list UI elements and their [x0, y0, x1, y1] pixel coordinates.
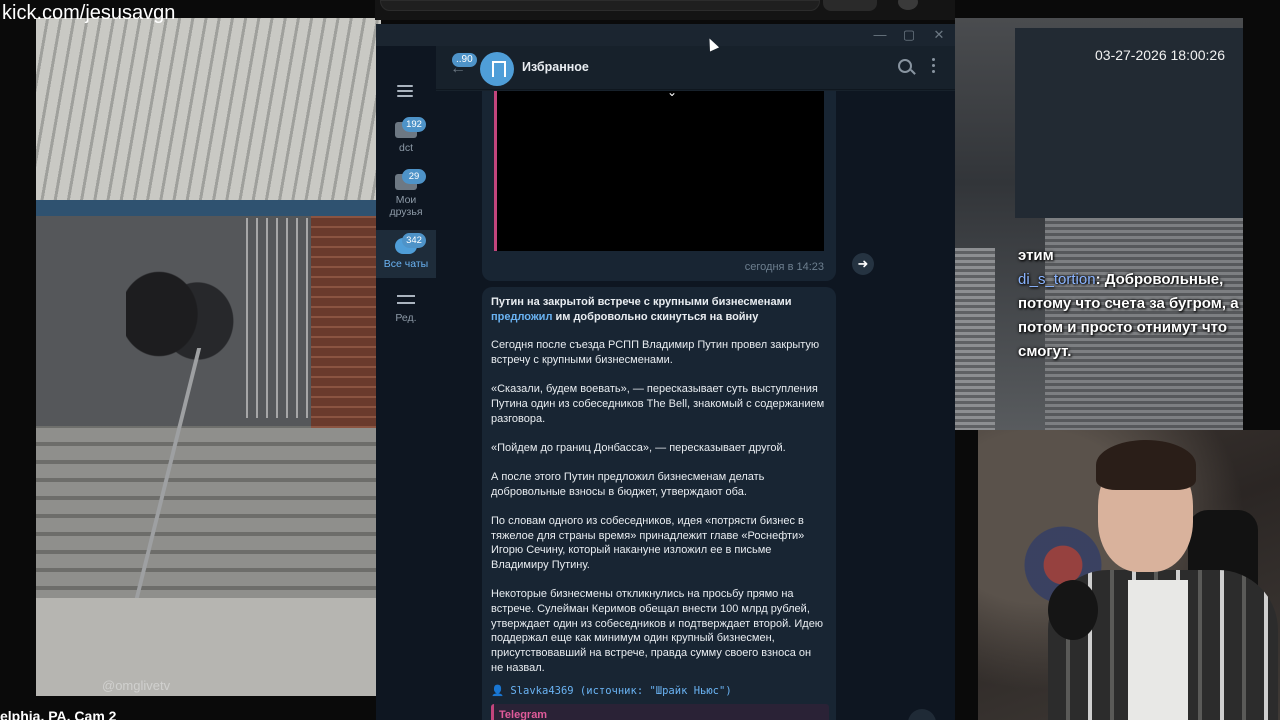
forward-icon[interactable]: ➜ [852, 253, 874, 275]
folder-my-friends[interactable]: 29 Мои друзья [376, 169, 436, 224]
folder-label: dct [398, 142, 413, 154]
white-tshirt [1128, 580, 1188, 720]
forwarded-post[interactable]: Путин на закрытой встрече с крупными биз… [482, 287, 836, 720]
camera-timestamp: 03-27-2026 18:00:26 [1095, 47, 1225, 63]
storefront-camera-feed [955, 18, 1243, 430]
video-player[interactable]: ⌄ [494, 91, 824, 251]
headline-text: им добровольно скинуться на войну [552, 310, 759, 323]
stream-url: kick.com/jesusavgn [2, 2, 176, 24]
camera-watermark: @omglivetv [102, 678, 171, 693]
post-paragraph: «Пойдем до границ Донбасса», — пересказы… [491, 441, 786, 454]
browser-search-bar[interactable] [380, 0, 820, 11]
scroll-down-button[interactable] [908, 709, 936, 720]
folder-label: Все чаты [383, 258, 429, 270]
back-unread-badge: ..90 [452, 53, 477, 67]
chat-previous-line: этим [1018, 247, 1054, 264]
post-author-line[interactable]: 👤 Slavka4369 (источник: "Шрайк Ньюс") [491, 684, 826, 699]
unread-badge: 29 [402, 169, 426, 184]
window-titlebar: — ▢ ✕ [376, 24, 955, 46]
people-group [126, 258, 236, 398]
message-list[interactable]: ⌄ сегодня в 14:23 ➜ Путин на закрытой вс… [436, 91, 955, 720]
edit-icon [397, 292, 415, 306]
video-message[interactable]: ⌄ сегодня в 14:23 [482, 91, 836, 281]
unread-badge: 342 [402, 233, 426, 248]
headline-text: Путин на закрытой встрече с крупными биз… [491, 296, 792, 308]
chat-message: di_s_tortion: Добровольные, потому что с… [1018, 271, 1239, 360]
maximize-button[interactable]: ▢ [899, 27, 919, 43]
stairs [36, 428, 381, 598]
browser-search-button[interactable] [823, 0, 877, 11]
folder-all-chats[interactable]: 342 Все чаты [376, 230, 436, 278]
folder-edit[interactable]: Ред. [376, 292, 436, 328]
saved-messages-avatar[interactable] [480, 52, 514, 86]
camera-location-label: elphia, PA, Cam 2 [0, 708, 117, 720]
minimize-button[interactable]: — [870, 27, 890, 42]
post-paragraph: «Сказали, будем воевать», — пересказывае… [491, 383, 825, 425]
quote-block[interactable]: Telegram [491, 704, 829, 720]
chat-title[interactable]: Избранное [522, 60, 589, 74]
post-paragraph: А после этого Путин предложил бизнесмена… [491, 471, 765, 498]
folder-label: Мои друзья [389, 194, 423, 218]
chat-header: ← ..90 Избранное [436, 46, 955, 90]
streamer-webcam [978, 430, 1280, 720]
chat-username: di_s_tortion [1018, 271, 1096, 288]
search-icon[interactable] [898, 59, 912, 73]
message-time: сегодня в 14:23 [744, 261, 824, 273]
folder-sidebar: 192 dct 29 Мои друзья 342 Все чаты Ред. [376, 46, 436, 720]
unread-badge: 192 [402, 117, 426, 132]
post-paragraph: По словам одного из собеседников, идея «… [491, 515, 805, 572]
awning-roof [36, 18, 381, 218]
chevron-down-icon[interactable]: ⌄ [667, 91, 677, 99]
post-headline: Путин на закрытой встрече с крупными биз… [491, 295, 826, 324]
streamer-hair [1096, 440, 1196, 490]
folder-label: Ред. [395, 312, 417, 324]
street-camera-feed: @omglivetv [36, 18, 381, 696]
close-button[interactable]: ✕ [929, 27, 949, 43]
telegram-window: — ▢ ✕ 192 dct 29 Мои друзья 342 Все чаты [376, 24, 955, 720]
stream-chat-overlay: этим di_s_tortion: Добровольные, потому … [1018, 244, 1280, 364]
microphone [1048, 580, 1098, 640]
folder-dct[interactable]: 192 dct [376, 117, 436, 162]
awning-edge [36, 200, 381, 216]
sidewalk [36, 598, 381, 696]
post-paragraph: Сегодня после съезда РСПП Владимир Путин… [491, 339, 820, 367]
more-icon[interactable] [932, 58, 936, 74]
roller-shutter-left [955, 248, 995, 430]
brick-pillar [311, 216, 381, 436]
stream-frame: @omglivetv 03-27-2026 18:00:26 kick.com/… [0, 0, 1280, 720]
menu-icon[interactable] [397, 85, 413, 97]
headline-link[interactable]: предложил [491, 311, 552, 323]
post-paragraph: Некоторые бизнесмены откликнулись на про… [491, 588, 824, 674]
